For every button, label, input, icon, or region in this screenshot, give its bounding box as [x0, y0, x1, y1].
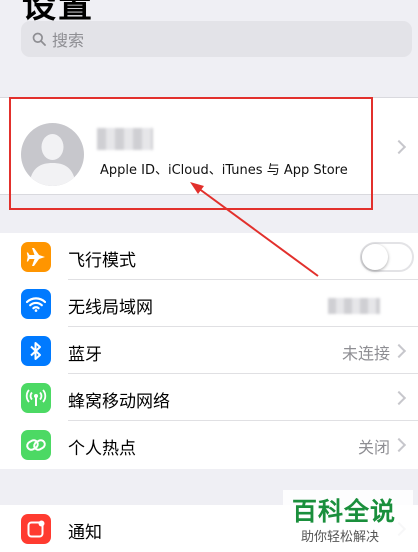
annotation-arrow	[190, 182, 319, 277]
watermark-subtitle: 助你轻松解决	[301, 530, 380, 545]
watermark-logo: 百科全说 助你轻松解决	[283, 490, 413, 548]
watermark-title: 百科全说	[292, 497, 397, 526]
